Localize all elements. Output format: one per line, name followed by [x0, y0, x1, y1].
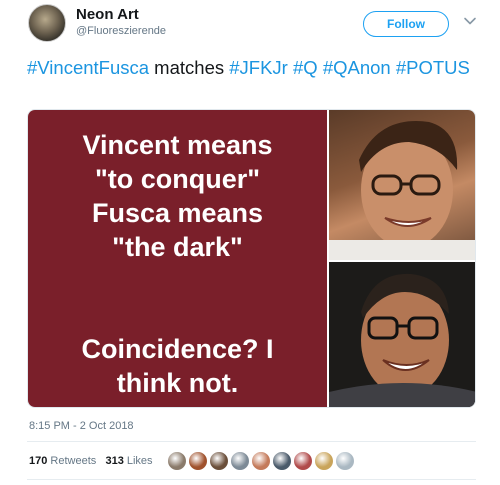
- chevron-down-icon[interactable]: [462, 13, 478, 29]
- face-illustration-top: [329, 121, 475, 260]
- meme-line: Fusca means: [91, 198, 264, 228]
- liker-avatar-3[interactable]: [209, 451, 229, 471]
- meme-text-bottom: Coincidence? I think not.: [28, 332, 327, 400]
- retweets-count[interactable]: 170: [29, 455, 47, 467]
- tweet-text: #VincentFusca matches #JFKJr #Q #QAnon #…: [27, 56, 477, 79]
- liker-avatar-9[interactable]: [335, 451, 355, 471]
- hashtag-link[interactable]: #JFKJr: [229, 57, 288, 78]
- hashtag-link[interactable]: #VincentFusca: [27, 57, 149, 78]
- user-handle[interactable]: @Fluoreszierende: [76, 25, 166, 37]
- avatar[interactable]: [28, 4, 66, 42]
- tweet-text-segment: matches: [149, 57, 230, 78]
- face-illustration-bottom: [329, 262, 475, 407]
- divider: [27, 479, 476, 480]
- meme-line: think not.: [116, 368, 239, 398]
- likes-label[interactable]: Likes: [127, 455, 153, 467]
- hashtag-link[interactable]: #QAnon: [323, 57, 391, 78]
- meme-line: "to conquer": [94, 164, 261, 194]
- tweet-header: Neon Art @Fluoreszierende Follow: [22, 0, 482, 48]
- liker-avatar-8[interactable]: [314, 451, 334, 471]
- meme-line: "the dark": [112, 232, 243, 262]
- follow-button[interactable]: Follow: [363, 11, 449, 37]
- liker-avatar-2[interactable]: [188, 451, 208, 471]
- meme-line: Vincent means: [82, 130, 273, 160]
- meme-text-panel: Vincent means "to conquer" Fusca means "…: [28, 110, 327, 407]
- display-name[interactable]: Neon Art: [76, 6, 139, 23]
- retweets-label[interactable]: Retweets: [50, 455, 96, 467]
- divider: [27, 441, 476, 442]
- hashtag-link[interactable]: #POTUS: [396, 57, 470, 78]
- hashtag-link[interactable]: #Q: [293, 57, 318, 78]
- likes-count[interactable]: 313: [105, 455, 123, 467]
- liker-avatar-5[interactable]: [251, 451, 271, 471]
- meme-line: Coincidence? I: [81, 334, 274, 364]
- liker-avatar-6[interactable]: [272, 451, 292, 471]
- liker-avatar-1[interactable]: [167, 451, 187, 471]
- meme-text-top: Vincent means "to conquer" Fusca means "…: [28, 128, 327, 264]
- liker-avatar-4[interactable]: [230, 451, 250, 471]
- liker-avatar-7[interactable]: [293, 451, 313, 471]
- engagement-stats: 170 Retweets 313 Likes: [29, 455, 153, 467]
- photo-top: [329, 110, 475, 260]
- tweet-media[interactable]: Vincent means "to conquer" Fusca means "…: [27, 109, 476, 408]
- tweet-timestamp[interactable]: 8:15 PM - 2 Oct 2018: [29, 420, 134, 432]
- photo-bottom: [329, 262, 475, 407]
